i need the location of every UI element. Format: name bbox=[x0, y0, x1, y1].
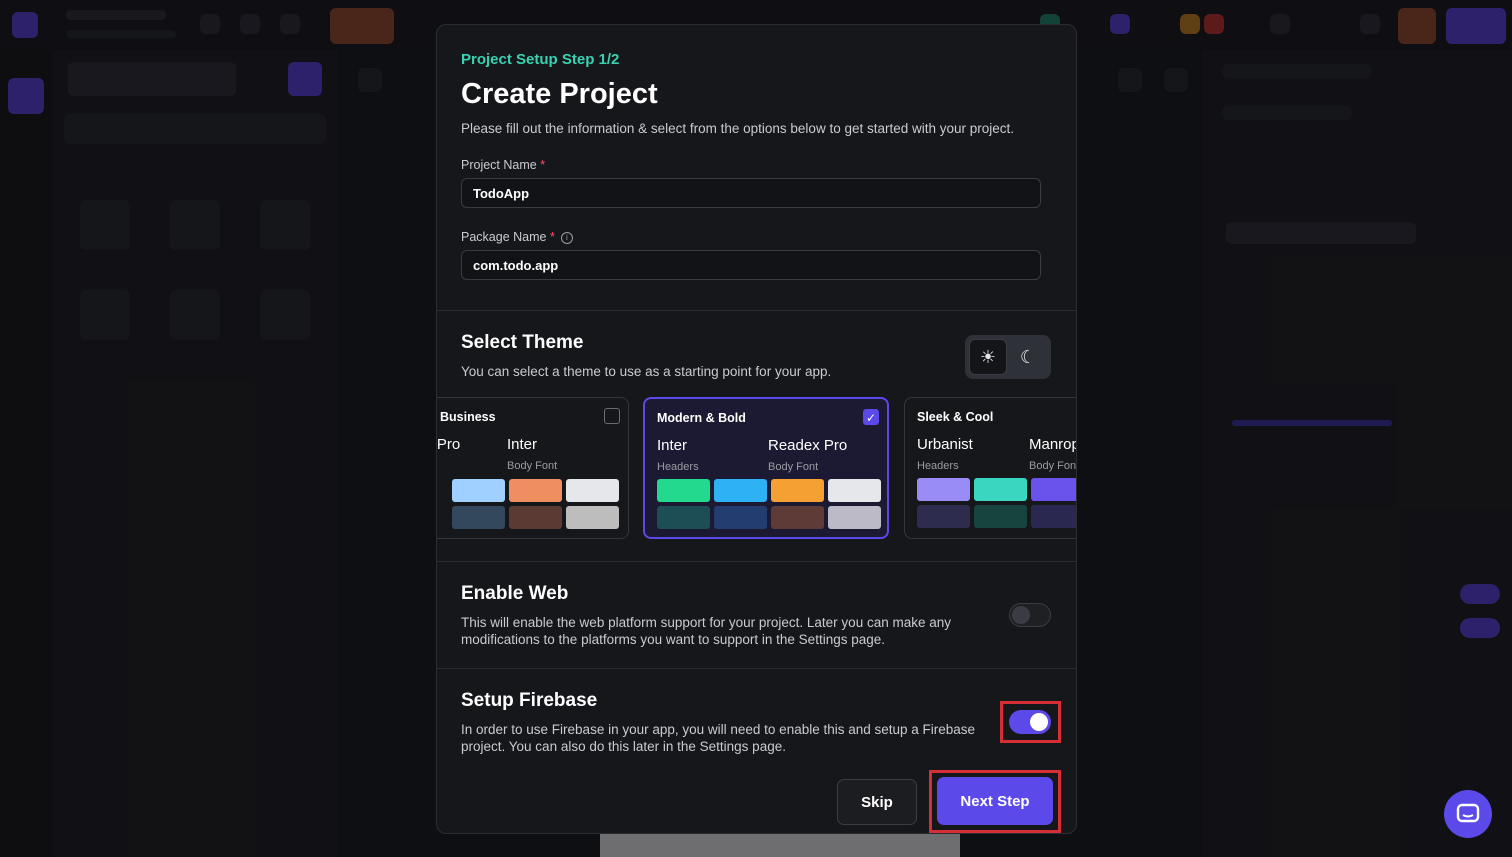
color-swatch bbox=[1031, 505, 1076, 528]
color-swatch bbox=[714, 479, 767, 502]
theme-card-sleek-cool[interactable]: Sleek & Cool Urbanist Manrope Headers Bo… bbox=[904, 397, 1077, 539]
dialog-title: Create Project bbox=[461, 78, 658, 110]
toggle-knob bbox=[1012, 606, 1030, 624]
setup-firebase-title: Setup Firebase bbox=[461, 690, 598, 711]
setup-firebase-description: In order to use Firebase in your app, yo… bbox=[461, 722, 976, 754]
project-info-section: Project Setup Step 1/2 Create Project Pl… bbox=[437, 25, 1076, 311]
theme-body-font: Readex Pro bbox=[768, 437, 848, 454]
chat-support-button[interactable] bbox=[1444, 790, 1492, 838]
package-name-label: Package Name * i bbox=[461, 230, 573, 244]
theme-card-name: Sleek & Cool bbox=[917, 410, 994, 424]
step-label: Project Setup Step 1/2 bbox=[461, 51, 620, 68]
project-name-input[interactable]: TodoApp bbox=[461, 178, 1041, 208]
theme-card-name: Business bbox=[440, 410, 496, 424]
theme-header-font: Urbanist bbox=[917, 436, 973, 453]
theme-body-font: Inter bbox=[507, 436, 538, 453]
theme-card-name: Modern & Bold bbox=[657, 411, 746, 425]
info-icon[interactable]: i bbox=[560, 231, 573, 244]
color-swatch bbox=[771, 479, 824, 502]
color-swatch bbox=[452, 506, 505, 529]
color-swatch bbox=[1031, 478, 1076, 501]
required-mark: * bbox=[540, 158, 546, 172]
theme-card-modern-bold[interactable]: Modern & Bold ✓ Inter Readex Pro Headers… bbox=[643, 397, 889, 539]
package-name-input[interactable]: com.todo.app bbox=[461, 250, 1041, 280]
color-swatch bbox=[509, 506, 562, 529]
theme-header-role: Headers bbox=[917, 460, 959, 472]
theme-body-role: Body Font bbox=[768, 461, 819, 473]
light-mode-icon[interactable]: ☀ bbox=[969, 339, 1007, 375]
color-swatch bbox=[917, 505, 970, 528]
color-swatch bbox=[657, 506, 710, 529]
color-swatch bbox=[828, 506, 881, 529]
color-swatch bbox=[509, 479, 562, 502]
theme-card-checkbox[interactable] bbox=[604, 408, 620, 424]
enable-web-description: This will enable the web platform suppor… bbox=[461, 615, 951, 647]
color-swatch bbox=[974, 478, 1027, 501]
theme-mode-toggle[interactable]: ☀ ☾ bbox=[965, 335, 1051, 379]
theme-card-checkbox[interactable]: ✓ bbox=[863, 409, 879, 425]
required-mark: * bbox=[549, 230, 555, 244]
theme-body-role: Body Font bbox=[1029, 460, 1077, 472]
enable-web-toggle[interactable] bbox=[1009, 603, 1051, 627]
color-swatch bbox=[452, 479, 505, 502]
theme-header-font: Latex Pro bbox=[436, 436, 461, 453]
color-swatch bbox=[714, 506, 767, 529]
dialog-subtitle: Please fill out the information & select… bbox=[461, 121, 1015, 136]
color-swatch bbox=[566, 479, 619, 502]
theme-header-role: Headers bbox=[657, 461, 699, 473]
theme-title: Select Theme bbox=[461, 332, 584, 353]
skip-button[interactable]: Skip bbox=[837, 779, 917, 825]
color-swatch bbox=[657, 479, 710, 502]
theme-body-role: Body Font bbox=[507, 460, 558, 472]
dark-mode-icon[interactable]: ☾ bbox=[1009, 339, 1047, 375]
theme-body-font: Manrope bbox=[1029, 436, 1076, 453]
create-project-dialog: Project Setup Step 1/2 Create Project Pl… bbox=[436, 24, 1077, 834]
project-name-label: Project Name * bbox=[461, 158, 546, 172]
theme-header-font: Inter bbox=[657, 437, 688, 454]
enable-web-title: Enable Web bbox=[461, 583, 569, 604]
highlight-box bbox=[929, 770, 1061, 833]
highlight-box bbox=[1000, 701, 1061, 743]
color-swatch bbox=[917, 478, 970, 501]
chat-icon bbox=[1456, 803, 1480, 823]
color-swatch bbox=[974, 505, 1027, 528]
theme-description: You can select a theme to use as a start… bbox=[461, 364, 832, 379]
theme-card-business[interactable]: Business Latex Pro Inter Body Font bbox=[436, 397, 629, 539]
color-swatch bbox=[566, 506, 619, 529]
color-swatch bbox=[828, 479, 881, 502]
color-swatch bbox=[771, 506, 824, 529]
